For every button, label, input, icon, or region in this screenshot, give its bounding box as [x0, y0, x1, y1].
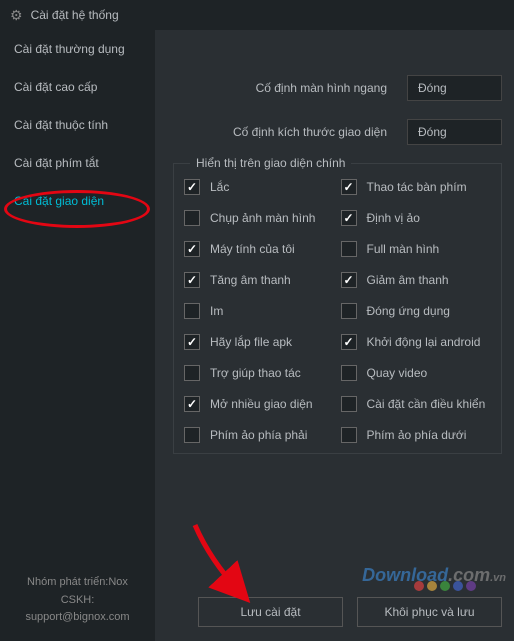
checkbox-label: Đóng ứng dụng: [367, 304, 450, 318]
checkbox-label: Phím ảo phía phải: [210, 428, 307, 442]
sidebar: Cài đặt thường dụng Cài đặt cao cấp Cài …: [0, 30, 155, 641]
checkbox[interactable]: [341, 396, 357, 412]
checkbox[interactable]: [184, 427, 200, 443]
sidebar-item-advanced[interactable]: Cài đặt cao cấp: [0, 68, 155, 106]
label-fixed-horizontal: Cố định màn hình ngang: [173, 81, 407, 95]
check-item-10: Hãy lắp file apk: [184, 334, 335, 350]
select-fixed-horizontal[interactable]: Đóng: [407, 75, 502, 101]
checkbox[interactable]: [184, 396, 200, 412]
check-item-15: Cài đặt cần điều khiển: [341, 396, 492, 412]
titlebar: ⚙ Cài đặt hệ thống: [0, 0, 514, 30]
sidebar-item-properties[interactable]: Cài đặt thuộc tính: [0, 106, 155, 144]
check-item-1: Thao tác bàn phím: [341, 179, 492, 195]
checkbox[interactable]: [184, 179, 200, 195]
checkbox-label: Giảm âm thanh: [367, 273, 449, 287]
checkbox-label: Máy tính của tôi: [210, 242, 295, 256]
sidebar-footer: Nhóm phát triển:Nox CSKH: support@bignox…: [0, 564, 155, 641]
checkbox-label: Tăng âm thanh: [210, 273, 291, 287]
checkbox[interactable]: [184, 241, 200, 257]
checkbox[interactable]: [341, 365, 357, 381]
check-item-11: Khởi động lại android: [341, 334, 492, 350]
checkbox[interactable]: [184, 365, 200, 381]
check-item-9: Đóng ứng dụng: [341, 303, 492, 319]
checkbox[interactable]: [341, 303, 357, 319]
check-item-4: Máy tính của tôi: [184, 241, 335, 257]
check-item-5: Full màn hình: [341, 241, 492, 257]
checkbox-label: Trợ giúp thao tác: [210, 366, 301, 380]
sidebar-item-shortcuts[interactable]: Cài đặt phím tắt: [0, 144, 155, 182]
gear-icon: ⚙: [10, 7, 23, 24]
checkbox[interactable]: [341, 334, 357, 350]
restore-button[interactable]: Khôi phục và lưu: [357, 597, 502, 627]
content-panel: Cố định màn hình ngang Đóng Cố định kích…: [155, 30, 514, 641]
checkbox[interactable]: [184, 334, 200, 350]
check-item-16: Phím ảo phía phải: [184, 427, 335, 443]
checkbox-label: Chụp ảnh màn hình: [210, 211, 315, 225]
sidebar-item-general[interactable]: Cài đặt thường dụng: [0, 30, 155, 68]
check-item-17: Phím ảo phía dưới: [341, 427, 492, 443]
checkbox-label: Full màn hình: [367, 242, 440, 256]
fieldset-legend: Hiển thị trên giao diện chính: [190, 156, 351, 170]
checkbox-label: Phím ảo phía dưới: [367, 428, 467, 442]
window-title: Cài đặt hệ thống: [31, 8, 119, 22]
check-item-7: Giảm âm thanh: [341, 272, 492, 288]
select-fixed-size[interactable]: Đóng: [407, 119, 502, 145]
check-item-3: Định vị ảo: [341, 210, 492, 226]
checkbox[interactable]: [184, 303, 200, 319]
checkbox-label: Im: [210, 304, 223, 318]
sidebar-item-interface[interactable]: Cài đặt giao diện: [0, 182, 155, 220]
checkbox[interactable]: [184, 210, 200, 226]
checkbox-label: Định vị ảo: [367, 211, 420, 225]
checkbox[interactable]: [341, 427, 357, 443]
checkbox-label: Quay video: [367, 366, 428, 380]
label-fixed-size: Cố định kích thước giao diện: [173, 125, 407, 139]
fieldset-display: Hiển thị trên giao diện chính LắcThao tá…: [173, 163, 502, 454]
check-item-2: Chụp ảnh màn hình: [184, 210, 335, 226]
checkbox[interactable]: [341, 241, 357, 257]
checkbox-label: Thao tác bàn phím: [367, 180, 467, 194]
checkbox[interactable]: [341, 210, 357, 226]
check-item-0: Lắc: [184, 179, 335, 195]
checkbox-label: Mở nhiều giao diện: [210, 397, 313, 411]
checkbox[interactable]: [184, 272, 200, 288]
checkbox-label: Lắc: [210, 180, 229, 194]
check-item-12: Trợ giúp thao tác: [184, 365, 335, 381]
checkbox-label: Hãy lắp file apk: [210, 335, 292, 349]
save-button[interactable]: Lưu cài đặt: [198, 597, 343, 627]
checkbox-label: Khởi động lại android: [367, 335, 481, 349]
watermark-dots: [414, 581, 476, 591]
check-item-14: Mở nhiều giao diện: [184, 396, 335, 412]
check-item-8: Im: [184, 303, 335, 319]
checkbox[interactable]: [341, 179, 357, 195]
checkbox[interactable]: [341, 272, 357, 288]
check-item-13: Quay video: [341, 365, 492, 381]
check-item-6: Tăng âm thanh: [184, 272, 335, 288]
checkbox-label: Cài đặt cần điều khiển: [367, 397, 486, 411]
